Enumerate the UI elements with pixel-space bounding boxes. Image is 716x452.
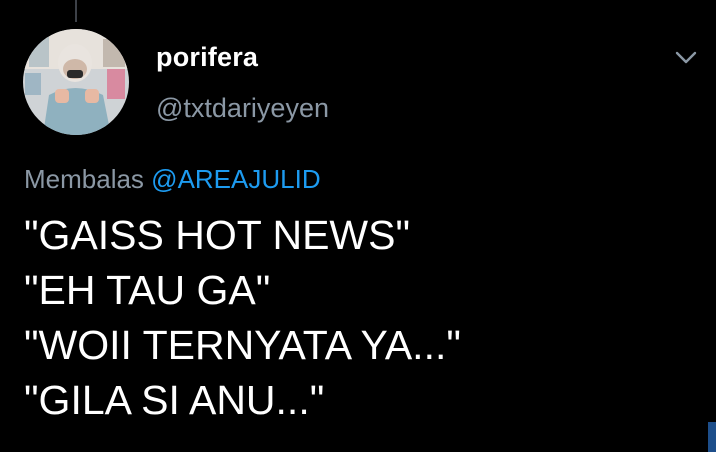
chevron-down-icon xyxy=(675,51,697,64)
avatar-photo xyxy=(23,29,129,135)
reply-mention-link[interactable]: @AREAJULID xyxy=(151,164,320,194)
tweet-line: "EH TAU GA" xyxy=(24,267,271,313)
reply-prefix: Membalas xyxy=(24,164,144,194)
display-name[interactable]: porifera xyxy=(156,42,258,73)
reply-context: Membalas @AREAJULID xyxy=(24,164,321,195)
tweet-menu-button[interactable] xyxy=(672,46,700,70)
tweet-line: "GILA SI ANU..." xyxy=(24,377,325,423)
tweet-line: "WOII TERNYATA YA..." xyxy=(24,322,461,368)
avatar[interactable] xyxy=(23,29,129,135)
edge-fragment xyxy=(708,422,716,452)
tweet-line: "GAISS HOT NEWS" xyxy=(24,212,411,258)
user-handle[interactable]: @txtdariyeyen xyxy=(156,93,329,124)
thread-connector-line xyxy=(75,0,77,22)
tweet-text: "GAISS HOT NEWS" "EH TAU GA" "WOII TERNY… xyxy=(24,208,694,428)
